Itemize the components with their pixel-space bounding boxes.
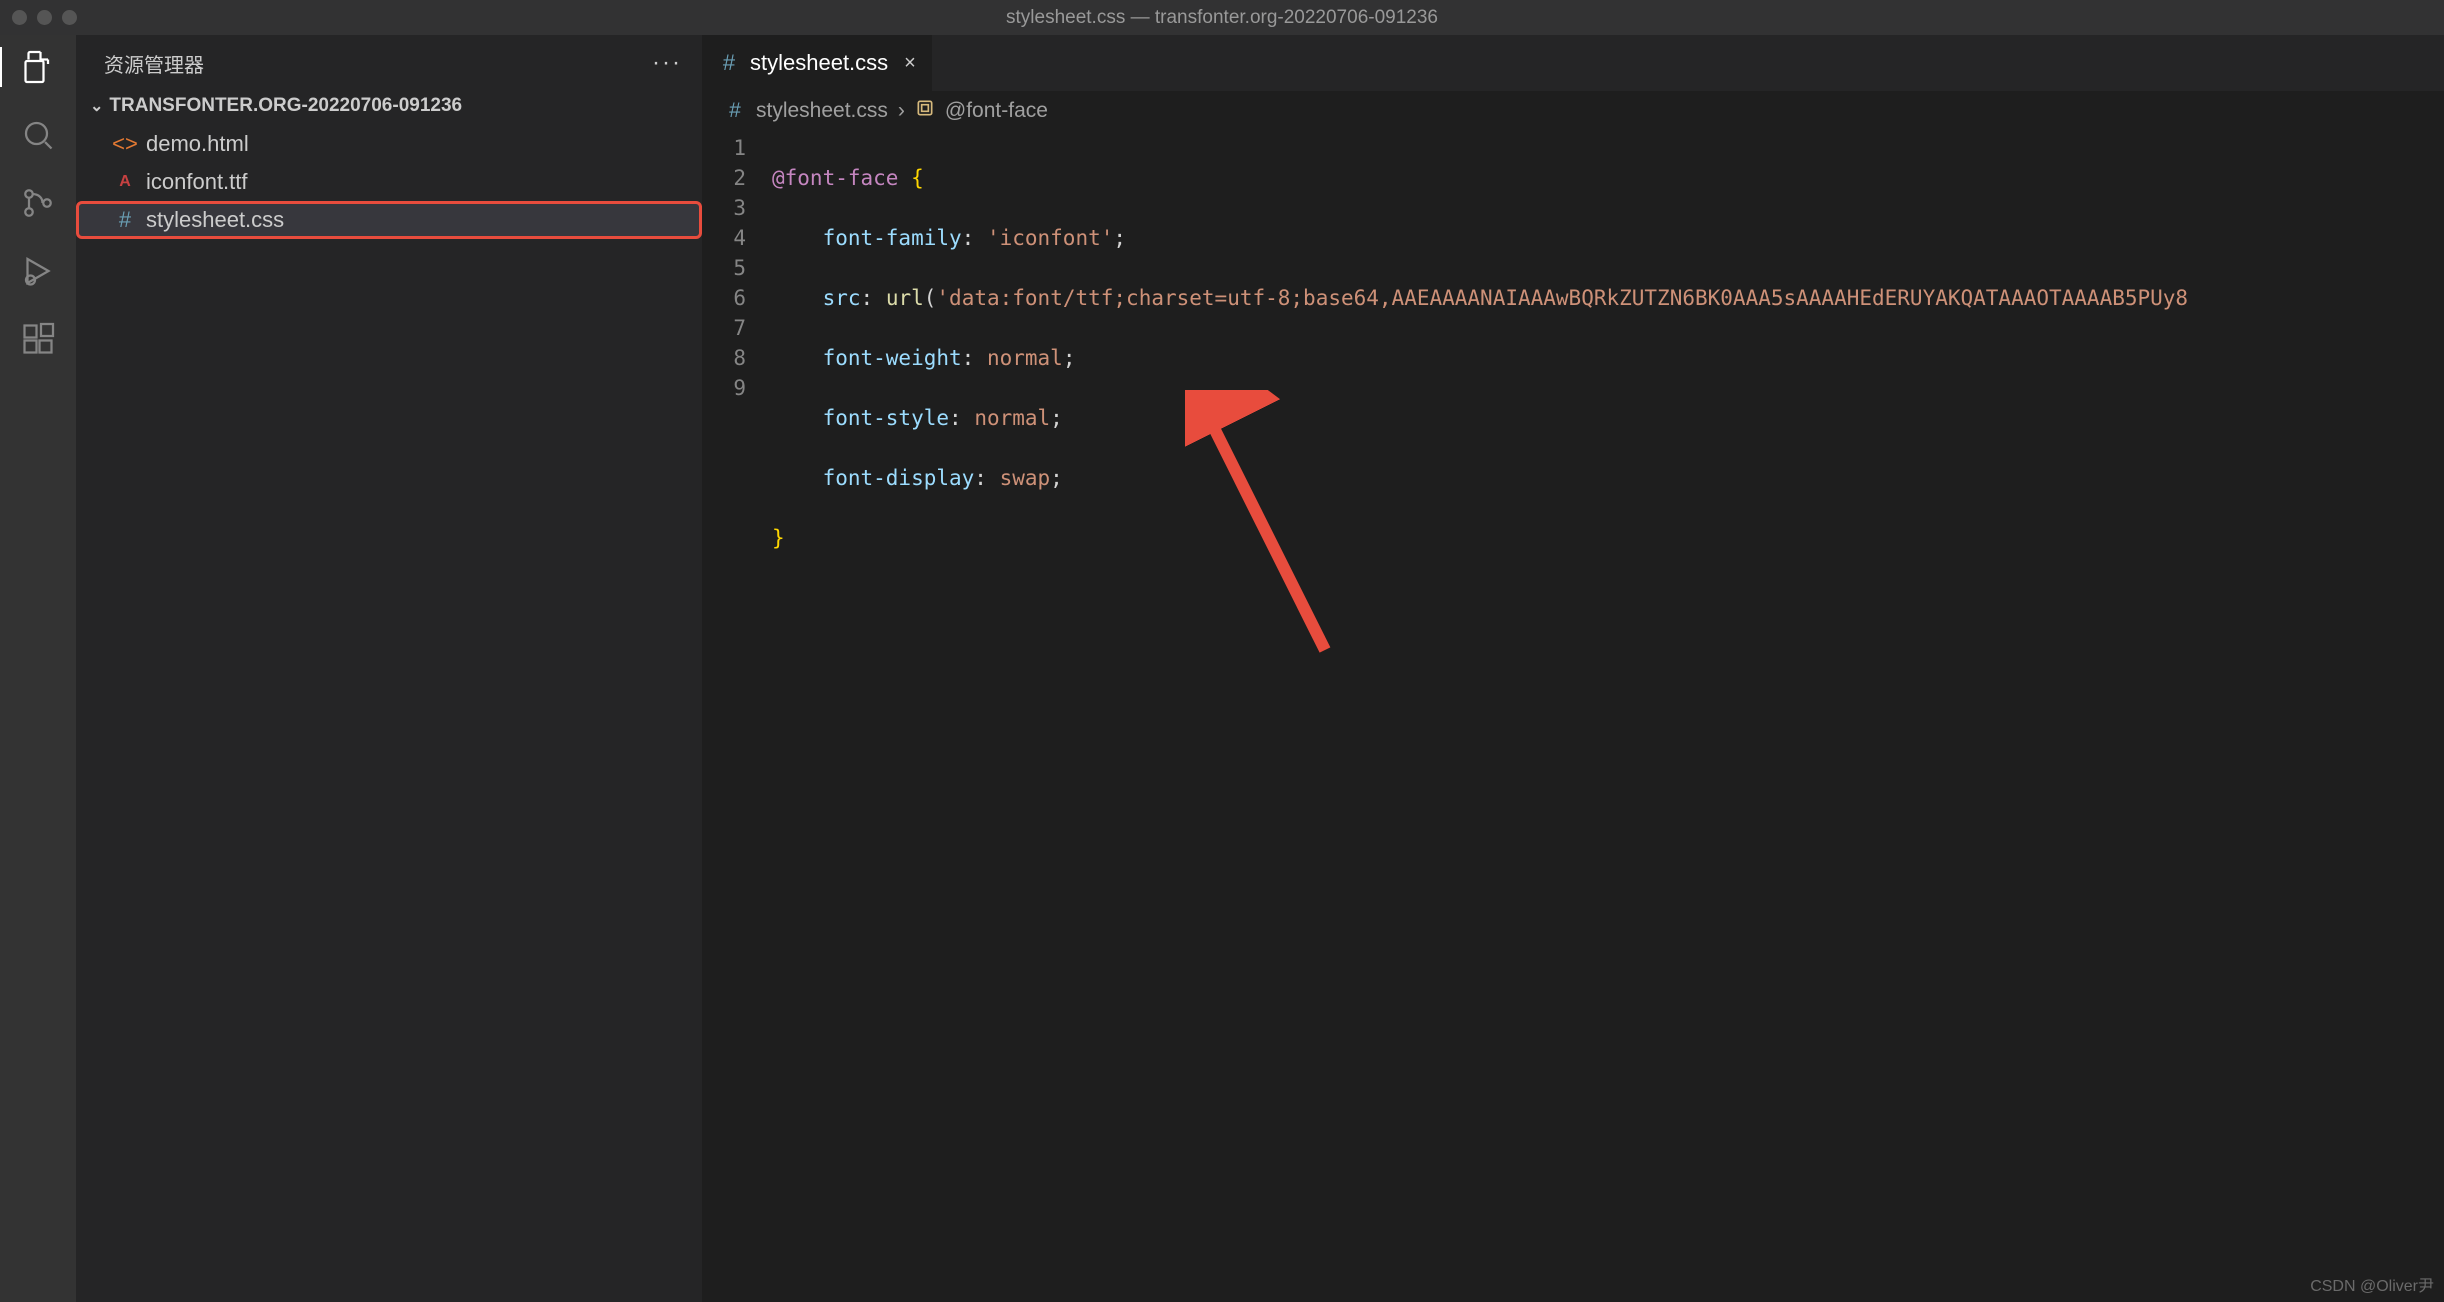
window-title: stylesheet.css — transfonter.org-2022070… [1006, 7, 1438, 29]
traffic-lights [12, 10, 77, 25]
breadcrumb-file: stylesheet.css [756, 99, 888, 123]
minimize-dot[interactable] [37, 10, 52, 25]
more-icon[interactable]: ··· [652, 49, 682, 77]
activity-bar [0, 35, 76, 1302]
explorer-icon[interactable] [0, 47, 76, 87]
file-label: iconfont.ttf [146, 169, 248, 195]
tab-label: stylesheet.css [750, 50, 888, 76]
font-file-icon: A [114, 173, 136, 191]
source-control-icon[interactable] [18, 183, 58, 223]
folder-name: TRANSFONTER.ORG-20220706-091236 [109, 95, 462, 117]
html-file-icon: <> [114, 131, 136, 157]
line-gutter: 1 2 3 4 5 6 7 8 9 [702, 131, 772, 1302]
file-label: stylesheet.css [146, 207, 284, 233]
css-file-icon: # [718, 50, 740, 76]
css-file-icon: # [114, 207, 136, 233]
search-icon[interactable] [18, 115, 58, 155]
css-file-icon: # [724, 99, 746, 123]
chevron-down-icon: ⌄ [90, 96, 103, 116]
breadcrumb[interactable]: # stylesheet.css › @font-face [702, 91, 2444, 131]
code-area[interactable]: 1 2 3 4 5 6 7 8 9 @font-face { font-fami… [702, 131, 2444, 1302]
file-tree: <> demo.html A iconfont.ttf # stylesheet… [76, 121, 702, 239]
file-item-demo-html[interactable]: <> demo.html [76, 125, 702, 163]
code-content[interactable]: @font-face { font-family: 'iconfont'; sr… [772, 131, 2444, 1302]
watermark: CSDN @Oliver尹 [2310, 1272, 2434, 1296]
close-icon[interactable]: × [904, 52, 916, 75]
sidebar-title: 资源管理器 [104, 49, 204, 78]
run-debug-icon[interactable] [18, 251, 58, 291]
file-item-iconfont-ttf[interactable]: A iconfont.ttf [76, 163, 702, 201]
editor: # stylesheet.css × # stylesheet.css › @f… [702, 35, 2444, 1302]
tab-bar: # stylesheet.css × [702, 35, 2444, 91]
maximize-dot[interactable] [62, 10, 77, 25]
sidebar-header: 资源管理器 ··· [76, 35, 702, 91]
at-rule-icon [915, 98, 935, 124]
file-item-stylesheet-css[interactable]: # stylesheet.css [76, 201, 702, 239]
folder-header[interactable]: ⌄ TRANSFONTER.ORG-20220706-091236 [76, 91, 702, 121]
extensions-icon[interactable] [18, 319, 58, 359]
close-dot[interactable] [12, 10, 27, 25]
file-label: demo.html [146, 131, 249, 157]
breadcrumb-sep: › [898, 99, 905, 123]
sidebar: 资源管理器 ··· ⌄ TRANSFONTER.ORG-20220706-091… [76, 35, 702, 1302]
breadcrumb-symbol: @font-face [945, 99, 1048, 123]
titlebar: stylesheet.css — transfonter.org-2022070… [0, 0, 2444, 35]
tab-stylesheet-css[interactable]: # stylesheet.css × [702, 35, 933, 91]
